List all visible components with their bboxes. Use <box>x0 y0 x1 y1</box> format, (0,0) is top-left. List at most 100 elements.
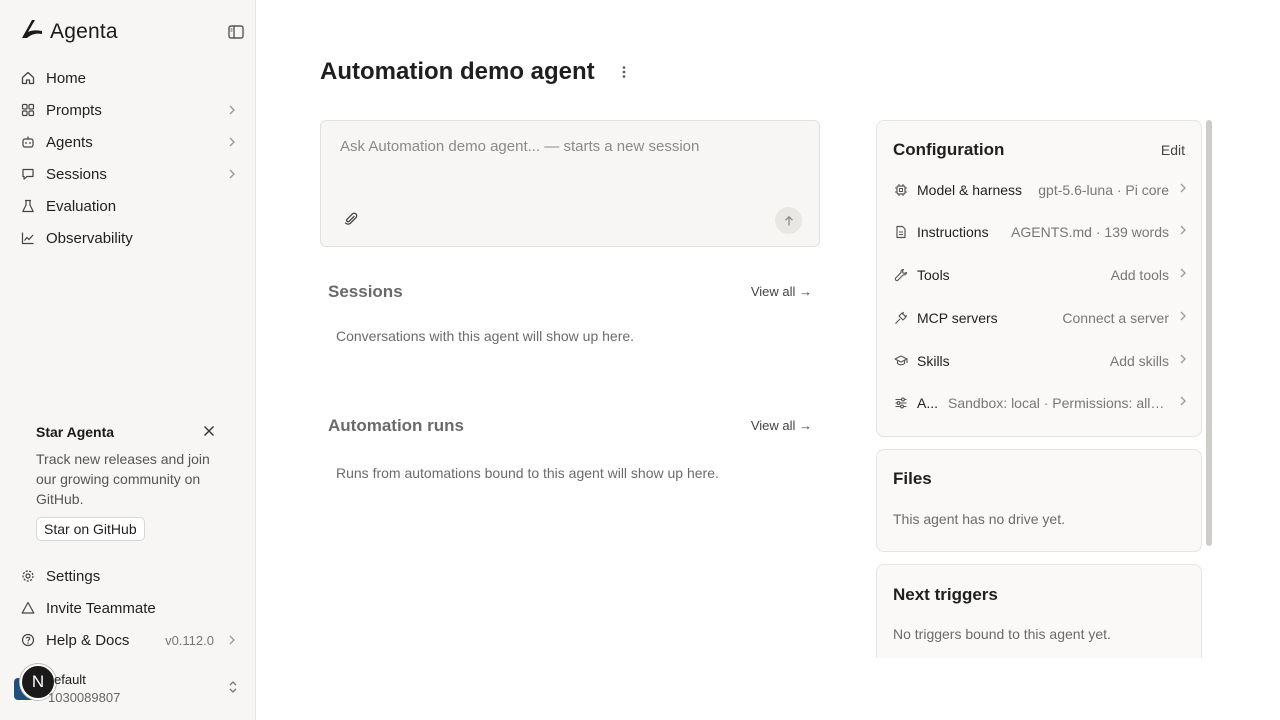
config-row-tools[interactable]: Tools Add tools <box>893 261 1187 289</box>
nav-item-prompts[interactable]: Prompts <box>12 94 244 126</box>
config-row-name: MCP servers <box>917 310 998 326</box>
config-row-name: Instructions <box>917 224 989 240</box>
org-switcher[interactable]: N efault 1030089807 <box>14 664 244 708</box>
nav-item-evaluation[interactable]: Evaluation <box>12 190 244 222</box>
plug-icon <box>893 310 909 326</box>
chevron-right-icon <box>1179 394 1187 412</box>
sliders-icon <box>893 395 909 411</box>
main-nav: Home Prompts Agents Sessions Evaluation … <box>12 62 244 254</box>
help-icon <box>20 632 36 648</box>
composer <box>320 120 820 247</box>
bottom-nav: Settings Invite Teammate Help & Docs v0.… <box>12 560 244 656</box>
wrench-icon <box>893 267 909 283</box>
chevron-right-icon <box>1179 181 1187 199</box>
attach-button[interactable] <box>343 211 361 229</box>
files-card: Files This agent has no drive yet. <box>876 449 1202 552</box>
brand[interactable]: Agenta <box>20 18 118 45</box>
chevron-right-icon <box>228 135 236 153</box>
arrow-up-icon <box>784 215 793 225</box>
nav-item-label: Invite Teammate <box>46 599 156 617</box>
org-id: 1030089807 <box>48 690 121 705</box>
config-row-value: AGENTS.md · 139 words <box>1011 224 1169 240</box>
grid-icon <box>20 102 36 118</box>
nav-item-help-docs[interactable]: Help & Docs v0.112.0 <box>12 624 244 656</box>
files-empty-text: This agent has no drive yet. <box>893 511 1065 527</box>
org-name: efault <box>54 672 86 687</box>
composer-input[interactable] <box>340 138 800 155</box>
scroll-fade <box>876 658 1216 720</box>
paperclip-icon <box>344 212 358 225</box>
chevron-right-icon <box>1179 309 1187 327</box>
page-title: Automation demo agent <box>320 58 595 85</box>
chevron-up-down-icon <box>228 680 238 699</box>
nav-item-label: Agents <box>46 133 93 151</box>
config-row-skills[interactable]: Skills Add skills <box>893 347 1187 375</box>
agent-more-button[interactable] <box>616 62 632 82</box>
right-panel-scrollbar[interactable] <box>1206 120 1212 546</box>
automation-runs-view-all-link[interactable]: View all → <box>751 418 812 433</box>
home-icon <box>20 70 36 86</box>
star-on-github-button[interactable]: Star on GitHub <box>36 517 145 541</box>
chat-icon <box>20 166 36 182</box>
chevron-right-icon <box>228 103 236 121</box>
promo-close-button[interactable] <box>202 424 218 440</box>
config-row-value: Add skills <box>1109 353 1169 369</box>
nav-item-label: Evaluation <box>46 197 117 215</box>
config-row-advanced[interactable]: A... Sandbox: local · Permissions: allo.… <box>893 389 1187 417</box>
config-row-value: Add tools <box>1110 267 1169 283</box>
send-button[interactable] <box>775 207 802 234</box>
triangle-icon <box>20 600 36 616</box>
config-row-name: Skills <box>917 353 950 369</box>
flask-icon <box>20 198 36 214</box>
collapse-sidebar-button[interactable] <box>226 22 246 42</box>
automation-runs-empty-text: Runs from automations bound to this agen… <box>336 465 719 481</box>
nav-item-agents[interactable]: Agents <box>12 126 244 158</box>
version-label: v0.112.0 <box>165 633 214 648</box>
sidebar: Agenta Home Prompts Agents Sessions Eval… <box>0 0 256 720</box>
config-row-mcp-servers[interactable]: MCP servers Connect a server <box>893 304 1187 332</box>
config-row-name: Tools <box>917 267 950 283</box>
next-triggers-empty-text: No triggers bound to this agent yet. <box>893 626 1111 642</box>
sessions-section: Sessions View all → Conversations with t… <box>320 282 820 362</box>
config-row-instructions[interactable]: Instructions AGENTS.md · 139 words <box>893 218 1187 246</box>
chevron-right-icon <box>1179 352 1187 370</box>
agenta-logo-icon <box>20 18 44 45</box>
nav-item-sessions[interactable]: Sessions <box>12 158 244 190</box>
sidebar-toggle-icon <box>228 25 244 39</box>
nav-item-label: Home <box>46 69 87 87</box>
star-promo-card: Star Agenta Track new releases and join … <box>20 418 236 541</box>
promo-text: Track new releases and join our growing … <box>36 451 210 507</box>
config-row-model-harness[interactable]: Model & harness gpt-5.6-luna · Pi core <box>893 176 1187 204</box>
next-triggers-title: Next triggers <box>893 585 998 604</box>
nav-item-label: Prompts <box>46 101 102 119</box>
sessions-view-all-link[interactable]: View all → <box>751 284 812 299</box>
brand-name: Agenta <box>50 19 118 43</box>
files-title: Files <box>893 469 932 488</box>
automation-runs-section: Automation runs View all → Runs from aut… <box>320 416 820 496</box>
nav-item-home[interactable]: Home <box>12 62 244 94</box>
chevron-right-icon <box>1179 223 1187 241</box>
document-icon <box>893 224 909 240</box>
more-vertical-icon <box>622 66 626 78</box>
configuration-edit-button[interactable]: Edit <box>1161 142 1185 158</box>
chevron-right-icon <box>228 167 236 185</box>
nav-item-label: Settings <box>46 567 101 585</box>
graduation-cap-icon <box>893 353 909 369</box>
nav-item-settings[interactable]: Settings <box>12 560 244 592</box>
config-row-value: Connect a server <box>1062 310 1169 326</box>
chart-icon <box>20 230 36 246</box>
nav-item-label: Help & Docs <box>46 631 130 649</box>
sessions-title: Sessions <box>328 282 403 301</box>
automation-runs-title: Automation runs <box>328 416 464 435</box>
config-row-name: Model & harness <box>917 182 1023 198</box>
close-icon <box>204 426 214 436</box>
chevron-right-icon <box>1179 266 1187 284</box>
configuration-card: Configuration Edit Model & harness gpt-5… <box>876 120 1202 437</box>
nav-item-label: Observability <box>46 229 133 247</box>
nav-item-label: Sessions <box>46 165 107 183</box>
config-row-value: gpt-5.6-luna · Pi core <box>1038 182 1169 198</box>
config-row-value: Sandbox: local · Permissions: allo... <box>948 395 1169 411</box>
nav-item-observability[interactable]: Observability <box>12 222 244 254</box>
nav-item-invite-teammate[interactable]: Invite Teammate <box>12 592 244 624</box>
sessions-empty-text: Conversations with this agent will show … <box>336 328 635 344</box>
